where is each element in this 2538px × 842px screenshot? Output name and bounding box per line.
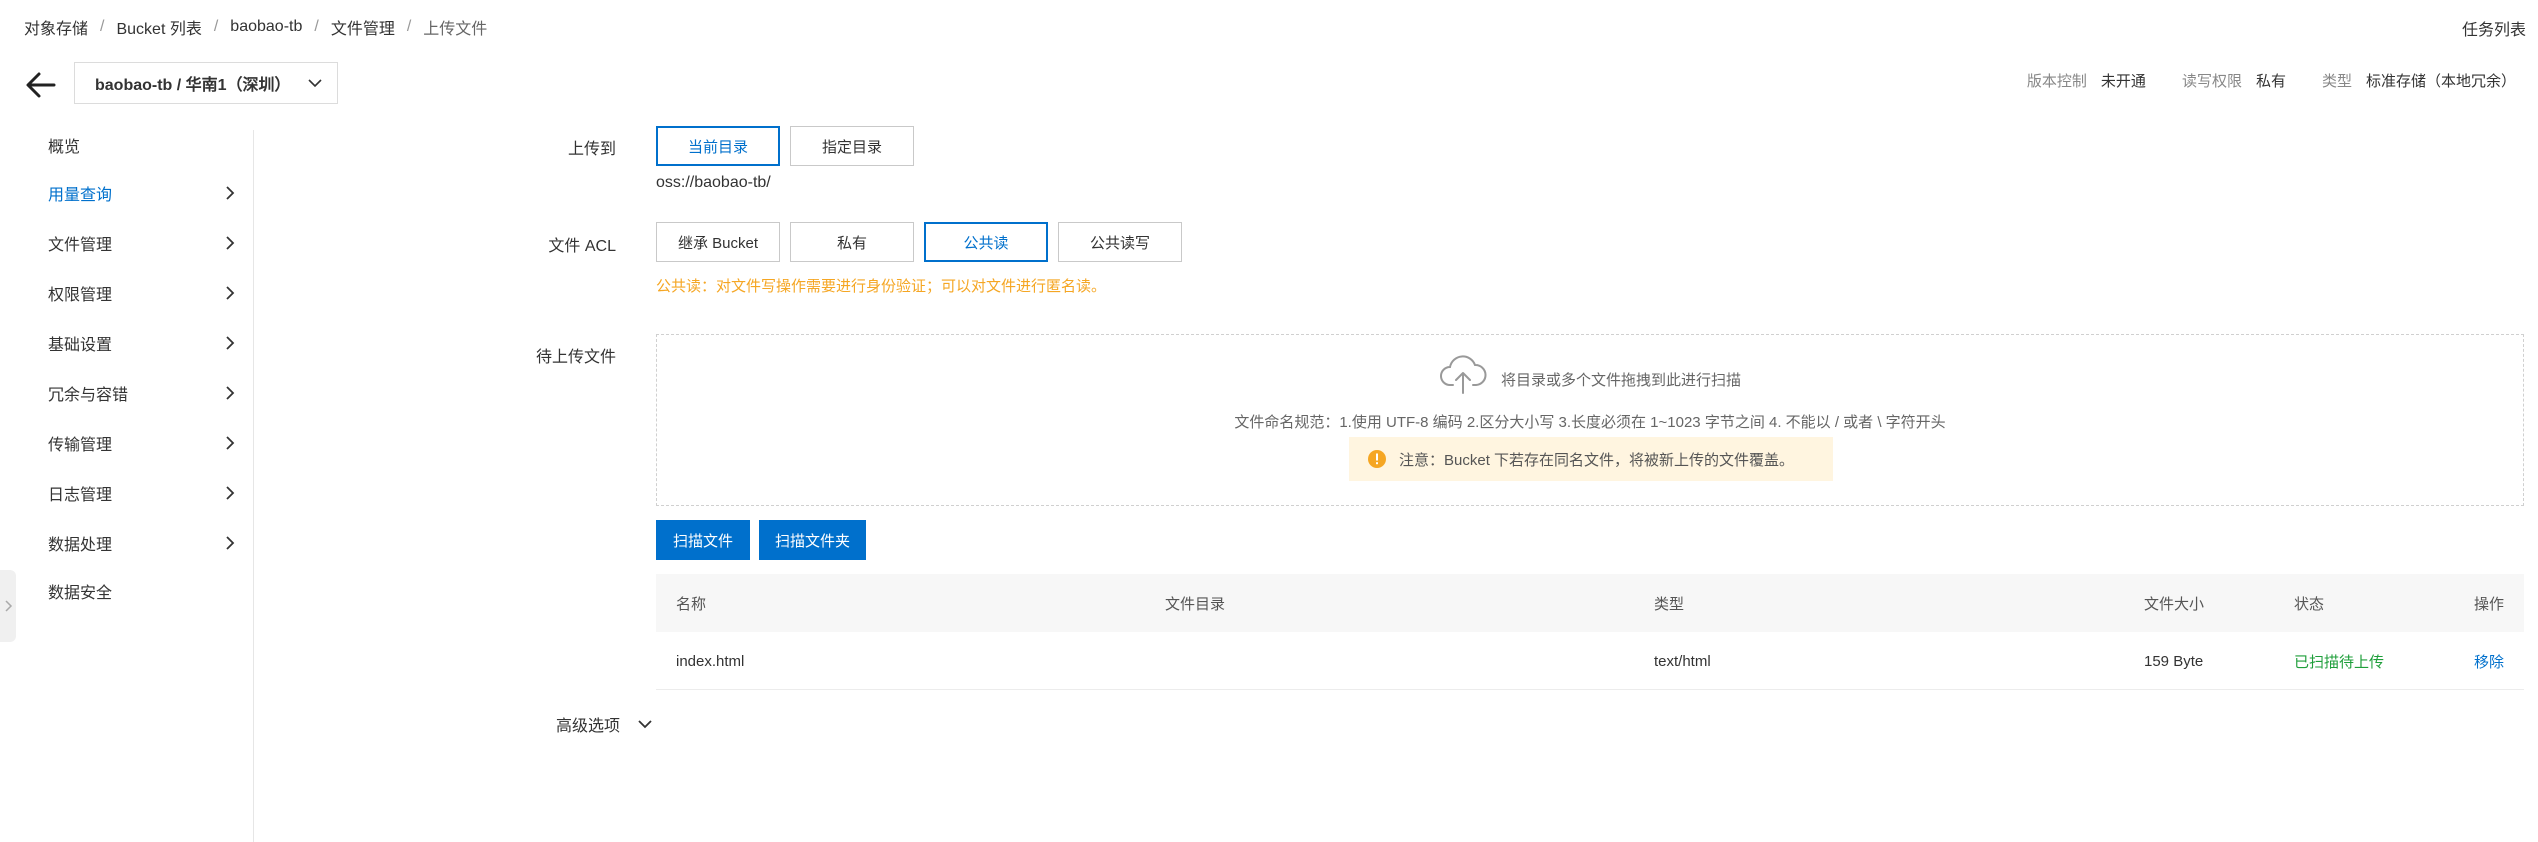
acl-inherit-option[interactable]: 继承 Bucket <box>656 222 780 262</box>
rw-permission-value: 私有 <box>2255 73 2286 90</box>
chevron-right-icon <box>221 434 239 452</box>
breadcrumb-object-storage[interactable]: 对象存储 <box>24 15 88 39</box>
chevron-right-icon <box>221 484 239 502</box>
chevron-right-icon <box>221 334 239 352</box>
advanced-options-toggle[interactable]: 高级选项 <box>556 712 654 736</box>
sidebar-item-label: 冗余与容错 <box>48 387 129 404</box>
naming-rules: 文件命名规范：1.使用 UTF-8 编码 2.区分大小写 3.长度必须在 1~1… <box>1234 414 1946 431</box>
bucket-select-value: baobao-tb / 华南1（深圳） <box>95 77 291 94</box>
upload-current-dir-option[interactable]: 当前目录 <box>656 126 780 166</box>
sidebar-item-label: 文件管理 <box>48 237 113 254</box>
sidebar-item-permissions[interactable]: 权限管理 <box>48 278 253 308</box>
breadcrumb-bucket-list[interactable]: Bucket 列表 <box>116 15 201 39</box>
breadcrumb-file-management[interactable]: 文件管理 <box>331 15 395 39</box>
overwrite-warning: 注意：Bucket 下若存在同名文件，将被新上传的文件覆盖。 <box>1349 437 1833 481</box>
sidebar-item-redundancy[interactable]: 冗余与容错 <box>48 378 253 408</box>
breadcrumb-separator: / <box>406 18 412 35</box>
sidebar: 概览 用量查询 文件管理 权限管理 基础设置 冗余与容错 传输管理 日志管理 数… <box>0 130 254 842</box>
breadcrumb-bucket[interactable]: baobao-tb <box>230 18 302 36</box>
sidebar-item-label: 数据安全 <box>48 585 113 602</box>
sidebar-item-label: 概览 <box>48 139 81 156</box>
sidebar-item-usage[interactable]: 用量查询 <box>48 178 253 208</box>
remove-link[interactable]: 移除 <box>2474 632 2504 690</box>
acl-public-read-option[interactable]: 公共读 <box>924 222 1048 262</box>
row-type: text/html <box>1654 652 1711 670</box>
drop-instruction: 将目录或多个文件拖拽到此进行扫描 <box>1501 372 1742 389</box>
col-name: 名称 <box>676 595 707 613</box>
scan-folder-button[interactable]: 扫描文件夹 <box>759 520 866 560</box>
sidebar-item-transfer[interactable]: 传输管理 <box>48 428 253 458</box>
chevron-right-icon <box>221 184 239 202</box>
file-acl-label: 文件 ACL <box>548 238 616 255</box>
acl-hint: 公共读：对文件写操作需要进行身份验证；可以对文件进行匿名读。 <box>656 278 1107 295</box>
sidebar-item-label: 数据处理 <box>48 537 113 554</box>
row-size: 159 Byte <box>2144 652 2204 670</box>
sidebar-item-label: 权限管理 <box>48 287 113 304</box>
breadcrumb-upload-file: 上传文件 <box>423 21 488 38</box>
sidebar-item-file-management[interactable]: 文件管理 <box>48 228 253 258</box>
col-op: 操作 <box>2474 595 2505 613</box>
col-size: 文件大小 <box>2144 595 2205 613</box>
chevron-right-icon <box>221 534 239 552</box>
sidebar-collapse-handle[interactable] <box>0 570 16 642</box>
rw-permission-label: 读写权限 <box>2181 73 2242 90</box>
col-status: 状态 <box>2294 595 2325 613</box>
breadcrumb-separator: / <box>213 18 219 35</box>
version-control-label: 版本控制 <box>2026 73 2087 90</box>
sidebar-item-data-security[interactable]: 数据安全 <box>48 576 253 606</box>
file-table: 名称 文件目录 类型 文件大小 状态 操作 index.html text/ht… <box>656 574 2524 690</box>
acl-public-read-write-option[interactable]: 公共读写 <box>1058 222 1182 262</box>
upload-specified-dir-option[interactable]: 指定目录 <box>790 126 914 166</box>
warning-icon <box>1367 449 1387 469</box>
storage-type-value: 标准存储（本地冗余） <box>2365 73 2516 90</box>
file-drop-zone[interactable]: 将目录或多个文件拖拽到此进行扫描 文件命名规范：1.使用 UTF-8 编码 2.… <box>656 334 2524 506</box>
sidebar-item-overview[interactable]: 概览 <box>48 130 253 160</box>
acl-private-option[interactable]: 私有 <box>790 222 914 262</box>
back-arrow-icon[interactable] <box>24 68 58 102</box>
task-list-link[interactable]: 任务列表 <box>2462 16 2526 40</box>
scan-files-button[interactable]: 扫描文件 <box>656 520 750 560</box>
chevron-down-icon <box>305 73 325 93</box>
cloud-upload-icon <box>1439 353 1487 395</box>
breadcrumb-separator: / <box>100 18 105 35</box>
upload-to-label: 上传到 <box>567 141 616 158</box>
table-row: index.html text/html 159 Byte 已扫描待上传 移除 <box>656 632 2524 690</box>
breadcrumb-separator: / <box>314 18 319 35</box>
upload-path: oss://baobao-tb/ <box>656 174 771 191</box>
sidebar-item-label: 日志管理 <box>48 487 113 504</box>
overwrite-warning-text: 注意：Bucket 下若存在同名文件，将被新上传的文件覆盖。 <box>1399 451 1795 469</box>
bucket-select[interactable]: baobao-tb / 华南1（深圳） <box>74 62 338 104</box>
col-type: 类型 <box>1654 595 1685 613</box>
sidebar-item-label: 用量查询 <box>48 187 113 204</box>
row-name: index.html <box>676 652 745 670</box>
version-control-value: 未开通 <box>2100 73 2146 90</box>
breadcrumb: 对象存储 / Bucket 列表 / baobao-tb / 文件管理 / 上传… <box>24 16 487 38</box>
sidebar-item-label: 传输管理 <box>48 437 113 454</box>
sidebar-item-data-processing[interactable]: 数据处理 <box>48 528 253 558</box>
chevron-right-icon <box>221 384 239 402</box>
col-dir: 文件目录 <box>1165 595 1226 613</box>
sidebar-item-logs[interactable]: 日志管理 <box>48 478 253 508</box>
bucket-meta: 版本控制 未开通 读写权限 私有 类型 标准存储（本地冗余） <box>2027 70 2516 91</box>
storage-type-label: 类型 <box>2321 73 2352 90</box>
chevron-right-icon <box>221 234 239 252</box>
row-status: 已扫描待上传 <box>2294 653 2385 671</box>
advanced-options-label: 高级选项 <box>556 718 621 735</box>
sidebar-item-label: 基础设置 <box>48 337 113 354</box>
chevron-down-icon <box>638 720 652 729</box>
chevron-right-icon <box>5 600 13 612</box>
chevron-right-icon <box>221 284 239 302</box>
table-header: 名称 文件目录 类型 文件大小 状态 操作 <box>656 574 2524 632</box>
pending-files-label: 待上传文件 <box>535 349 616 366</box>
sidebar-item-basic-settings[interactable]: 基础设置 <box>48 328 253 358</box>
